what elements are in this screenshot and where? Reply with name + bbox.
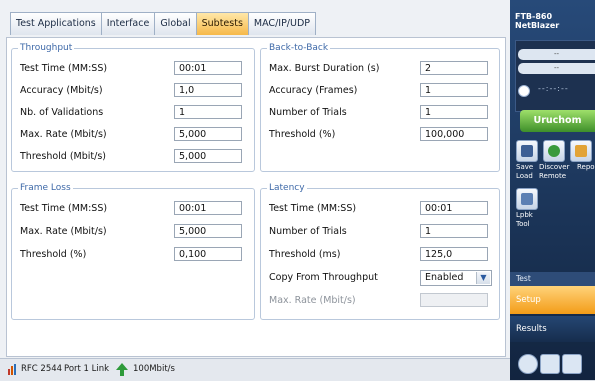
throughput-validations-label: Nb. of Validations [20, 107, 104, 118]
fl-max-rate-input[interactable]: 5,000 [174, 224, 242, 238]
fl-threshold-label: Threshold (%) [20, 249, 87, 260]
lat-trials-label: Number of Trials [269, 226, 347, 237]
b2b-burst-duration-label: Max. Burst Duration (s) [269, 63, 380, 74]
report-label: Repo [577, 163, 595, 171]
camera-icon[interactable] [562, 354, 582, 374]
chevron-down-icon: ▼ [476, 272, 490, 284]
b2b-threshold-input[interactable]: 100,000 [420, 127, 488, 141]
sidebar-section-header: Test [510, 272, 595, 286]
fl-test-time-label: Test Time (MM:SS) [20, 203, 108, 214]
throughput-title: Throughput [18, 42, 75, 54]
lat-trials-input[interactable]: 1 [420, 224, 488, 238]
lat-test-time-label: Test Time (MM:SS) [269, 203, 357, 214]
lat-max-rate-label: Max. Rate (Mbit/s) [269, 295, 356, 306]
setup-label: Setup [516, 295, 541, 305]
section-label: Test [516, 274, 531, 283]
link-up-arrow-icon [116, 363, 128, 376]
tab-interface[interactable]: Interface [100, 12, 156, 35]
throughput-test-time-input[interactable]: 00:01 [174, 61, 242, 75]
b2b-burst-duration-input[interactable]: 2 [420, 61, 488, 75]
status-pill-bottom: -- [518, 63, 595, 74]
power-icon[interactable] [518, 354, 538, 374]
b2b-trials-label: Number of Trials [269, 107, 347, 118]
tab-subtests[interactable]: Subtests [195, 12, 249, 35]
back-to-back-title: Back-to-Back [267, 42, 331, 54]
lat-test-time-input[interactable]: 00:01 [420, 201, 488, 215]
latency-group: Latency Test Time (MM:SS) 00:01 Number o… [260, 182, 500, 320]
loopback-tool-icon[interactable] [516, 188, 538, 210]
lat-threshold-input[interactable]: 125,0 [420, 247, 488, 261]
discover-remote-icon[interactable] [543, 140, 565, 162]
save-load-label: Save Load [516, 163, 534, 180]
tab-mac-ip-udp[interactable]: MAC/IP/UDP [247, 12, 316, 35]
copy-from-throughput-value: Enabled [425, 272, 464, 283]
lat-max-rate-input [420, 293, 488, 307]
tab-global[interactable]: Global [154, 12, 197, 35]
status-port-link: Port 1 Link [64, 364, 110, 374]
discover-remote-label: Discover Remote [539, 163, 570, 180]
latency-title: Latency [267, 182, 307, 194]
throughput-threshold-label: Threshold (Mbit/s) [20, 151, 106, 162]
b2b-trials-input[interactable]: 1 [420, 105, 488, 119]
product-model: FTB-860 [515, 12, 553, 21]
main-panel: Test Applications Interface Global Subte… [0, 0, 510, 381]
results-nav-button[interactable]: Results [510, 316, 595, 342]
product-name: NetBlazer [515, 21, 560, 30]
tab-bar: Test Applications Interface Global Subte… [10, 12, 316, 36]
back-to-back-group: Back-to-Back Max. Burst Duration (s) 2 A… [260, 42, 500, 172]
results-label: Results [516, 324, 547, 334]
save-load-icon[interactable] [516, 140, 538, 162]
status-test-name: RFC 2544 [21, 364, 63, 374]
lat-threshold-label: Threshold (ms) [269, 249, 341, 260]
throughput-test-time-label: Test Time (MM:SS) [20, 63, 108, 74]
status-pill-top: -- [518, 49, 595, 60]
test-timer: --:--:-- [538, 84, 569, 93]
frame-loss-group: Frame Loss Test Time (MM:SS) 00:01 Max. … [11, 182, 255, 320]
status-bar: RFC 2544 Port 1 Link 100Mbit/s [0, 358, 510, 381]
b2b-threshold-label: Threshold (%) [269, 129, 336, 140]
fl-threshold-input[interactable]: 0,100 [174, 247, 242, 261]
b2b-accuracy-label: Accuracy (Frames) [269, 85, 358, 96]
throughput-validations-input[interactable]: 1 [174, 105, 242, 119]
start-button[interactable]: Uruchom [520, 110, 595, 132]
loopback-tool-label: Lpbk Tool [516, 211, 533, 228]
status-bars-icon [8, 364, 16, 375]
throughput-max-rate-label: Max. Rate (Mbit/s) [20, 129, 107, 140]
frame-loss-title: Frame Loss [18, 182, 73, 194]
throughput-group: Throughput Test Time (MM:SS) 00:01 Accur… [11, 42, 255, 172]
subtests-content: Throughput Test Time (MM:SS) 00:01 Accur… [6, 37, 506, 357]
throughput-max-rate-input[interactable]: 5,000 [174, 127, 242, 141]
keyboard-icon[interactable] [540, 354, 560, 374]
fl-max-rate-label: Max. Rate (Mbit/s) [20, 226, 107, 237]
copy-from-throughput-select[interactable]: Enabled ▼ [420, 270, 492, 286]
tab-test-applications[interactable]: Test Applications [10, 12, 102, 35]
throughput-threshold-input[interactable]: 5,000 [174, 149, 242, 163]
fl-test-time-input[interactable]: 00:01 [174, 201, 242, 215]
setup-nav-button[interactable]: Setup [510, 286, 595, 314]
throughput-accuracy-input[interactable]: 1,0 [174, 83, 242, 97]
b2b-accuracy-input[interactable]: 1 [420, 83, 488, 97]
bottom-toolbar [510, 348, 595, 380]
status-rate: 100Mbit/s [133, 364, 175, 374]
clock-icon [518, 85, 530, 97]
lat-copy-from-throughput-label: Copy From Throughput [269, 272, 378, 283]
report-icon[interactable] [570, 140, 592, 162]
throughput-accuracy-label: Accuracy (Mbit/s) [20, 85, 103, 96]
